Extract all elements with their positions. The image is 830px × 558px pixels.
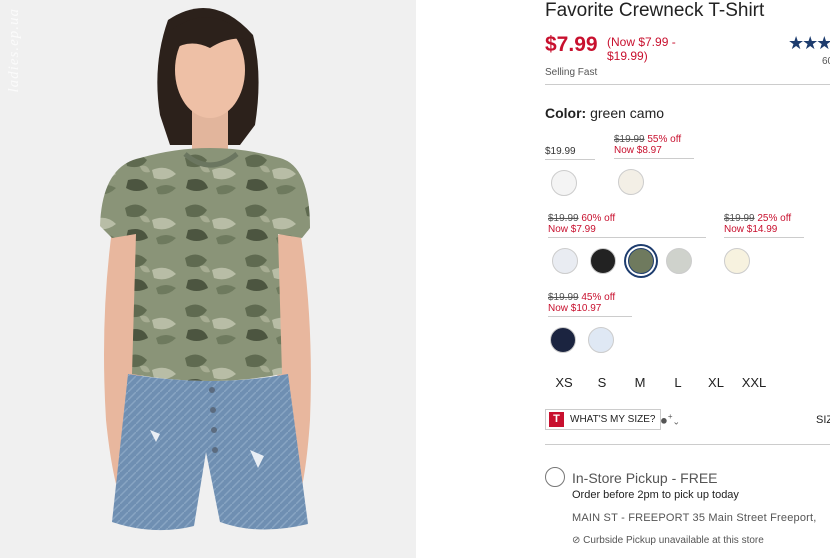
whats-my-size-label: WHAT'S MY SIZE? (570, 414, 656, 425)
swatch-group-25-off: $19.99 25% off Now $14.99 (724, 213, 804, 274)
discount: 55% off (647, 134, 682, 145)
selling-fast-badge: Selling Fast (545, 67, 598, 78)
size-option-xs[interactable]: XS (545, 375, 583, 390)
size-option-xxl[interactable]: XXL (735, 375, 773, 390)
price-header: $19.99 55% off Now $8.97 (614, 134, 694, 159)
size-option-l[interactable]: L (659, 375, 697, 390)
in-store-pickup-title[interactable]: In-Store Pickup - FREE (572, 470, 718, 486)
sale-price: Now $10.97 (548, 303, 602, 314)
whats-my-size-button[interactable]: T WHAT'S MY SIZE? (545, 409, 662, 430)
size-option-m[interactable]: M (621, 375, 659, 390)
color-selection-label: Color: green camo (545, 105, 664, 121)
swatch-group-55-off: $19.99 55% off Now $8.97 (614, 134, 694, 195)
color-swatch[interactable] (618, 169, 644, 195)
divider (545, 84, 830, 85)
review-count[interactable]: 60 (822, 56, 830, 67)
swatch-group-45-off: $19.99 45% off Now $10.97 (548, 292, 632, 353)
chevron-down-icon: ⌄ (672, 416, 681, 427)
true-fit-logo-icon: T (549, 412, 564, 427)
color-label: Color: (545, 105, 587, 121)
price-header: $19.99 25% off Now $14.99 (724, 213, 804, 238)
sale-price: Now $14.99 (724, 224, 778, 235)
sale-price: Now $8.97 (614, 145, 662, 156)
product-image[interactable]: ladies.ep.ua (0, 0, 416, 558)
discount: 45% off (581, 292, 616, 303)
model-photo (0, 0, 416, 558)
fit-profile-dropdown[interactable]: ●+⌄ (660, 412, 680, 427)
size-option-s[interactable]: S (583, 375, 621, 390)
original-price: $19.99 (548, 292, 579, 303)
store-address: MAIN ST - FREEPORT 35 Main Street Freepo… (572, 512, 817, 524)
color-swatch[interactable] (590, 248, 616, 274)
current-price: $7.99 (545, 33, 598, 56)
color-swatch[interactable] (550, 327, 576, 353)
size-option-xl[interactable]: XL (697, 375, 735, 390)
color-swatch[interactable] (724, 248, 750, 274)
size-selector: XS S M L XL XXL (545, 375, 773, 390)
product-details-panel: Favorite Crewneck T-Shirt $7.99 (Now $7.… (545, 0, 830, 558)
size-chart-link[interactable]: SIZ (816, 414, 830, 426)
divider (545, 444, 830, 445)
color-swatch[interactable] (666, 248, 692, 274)
watermark-text: ladies.ep.ua (6, 8, 22, 93)
in-store-pickup-radio[interactable] (545, 467, 565, 487)
discount: 60% off (581, 213, 616, 224)
swatch-group-full-price: $19.99 (545, 146, 595, 196)
color-swatch[interactable] (588, 327, 614, 353)
discount: 25% off (757, 213, 792, 224)
color-value: green camo (590, 105, 665, 121)
user-icon: ● (660, 412, 668, 428)
price-header: $19.99 45% off Now $10.97 (548, 292, 632, 317)
price-range: (Now $7.99 - $19.99) (607, 35, 676, 63)
swatch-group-60-off: $19.99 60% off Now $7.99 (548, 213, 706, 274)
curbside-notice: ⊘ Curbside Pickup unavailable at this st… (572, 535, 764, 546)
sale-price: Now $7.99 (548, 224, 596, 235)
original-price: $19.99 (724, 213, 755, 224)
price-header: $19.99 (545, 146, 595, 160)
color-swatch-selected[interactable] (628, 248, 654, 274)
product-title: Favorite Crewneck T-Shirt (545, 0, 765, 21)
pickup-deadline: Order before 2pm to pick up today (572, 489, 739, 501)
full-price: $19.99 (545, 146, 576, 157)
color-swatch[interactable] (551, 170, 577, 196)
rating-stars-icon[interactable]: ★★★ (788, 33, 830, 54)
price-header: $19.99 60% off Now $7.99 (548, 213, 706, 238)
color-swatch[interactable] (552, 248, 578, 274)
original-price: $19.99 (614, 134, 645, 145)
original-price: $19.99 (548, 213, 579, 224)
